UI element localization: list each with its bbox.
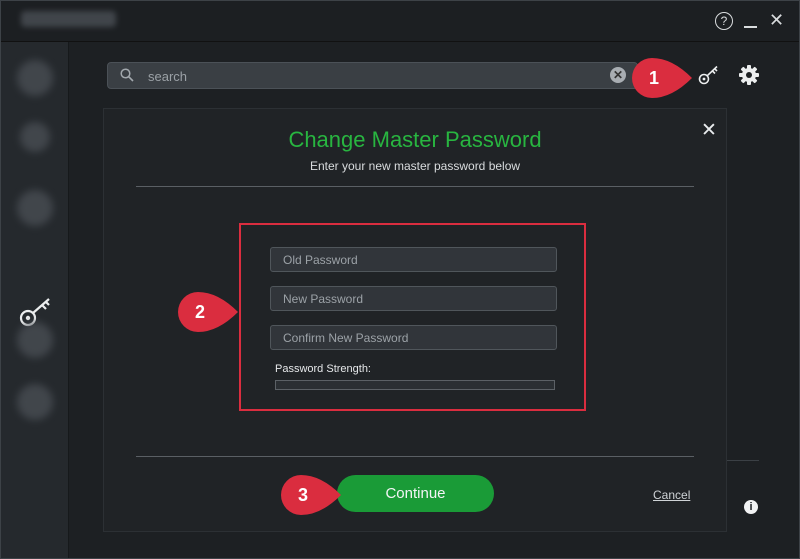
info-icon[interactable]: i bbox=[744, 500, 758, 514]
sidebar-item-blurred[interactable] bbox=[17, 60, 53, 96]
cancel-link[interactable]: Cancel bbox=[653, 488, 690, 502]
sidebar-item-blurred[interactable] bbox=[17, 384, 53, 420]
sidebar-item-blurred[interactable] bbox=[17, 322, 53, 358]
callout-number: 1 bbox=[648, 68, 659, 88]
search-box: ✕ bbox=[107, 62, 638, 89]
continue-button[interactable]: Continue bbox=[337, 475, 494, 512]
title-bar: ? ✕ bbox=[1, 1, 799, 42]
divider bbox=[136, 456, 694, 457]
sidebar bbox=[1, 42, 69, 558]
search-input[interactable] bbox=[146, 66, 590, 86]
annotation-highlight-box bbox=[239, 223, 586, 411]
gear-icon[interactable] bbox=[738, 64, 760, 86]
annotation-callout-3: 3 bbox=[281, 475, 343, 515]
divider bbox=[136, 186, 694, 187]
search-icon bbox=[120, 68, 134, 82]
annotation-callout-1: 1 bbox=[632, 58, 694, 98]
app-title-blurred bbox=[21, 11, 116, 27]
divider bbox=[727, 460, 759, 461]
callout-number: 3 bbox=[297, 485, 308, 505]
dialog-subtitle: Enter your new master password below bbox=[309, 159, 521, 173]
clear-search-icon[interactable]: ✕ bbox=[610, 67, 626, 83]
annotation-callout-2: 2 bbox=[178, 292, 240, 332]
key-icon[interactable] bbox=[698, 64, 720, 86]
close-window-icon[interactable]: ✕ bbox=[769, 10, 784, 30]
callout-number: 2 bbox=[194, 302, 205, 322]
sidebar-item-blurred[interactable] bbox=[20, 122, 50, 152]
dialog-title: Change Master Password bbox=[288, 127, 542, 152]
minimize-icon[interactable] bbox=[744, 26, 757, 28]
sidebar-item-blurred[interactable] bbox=[17, 190, 53, 226]
help-icon[interactable]: ? bbox=[715, 12, 733, 30]
